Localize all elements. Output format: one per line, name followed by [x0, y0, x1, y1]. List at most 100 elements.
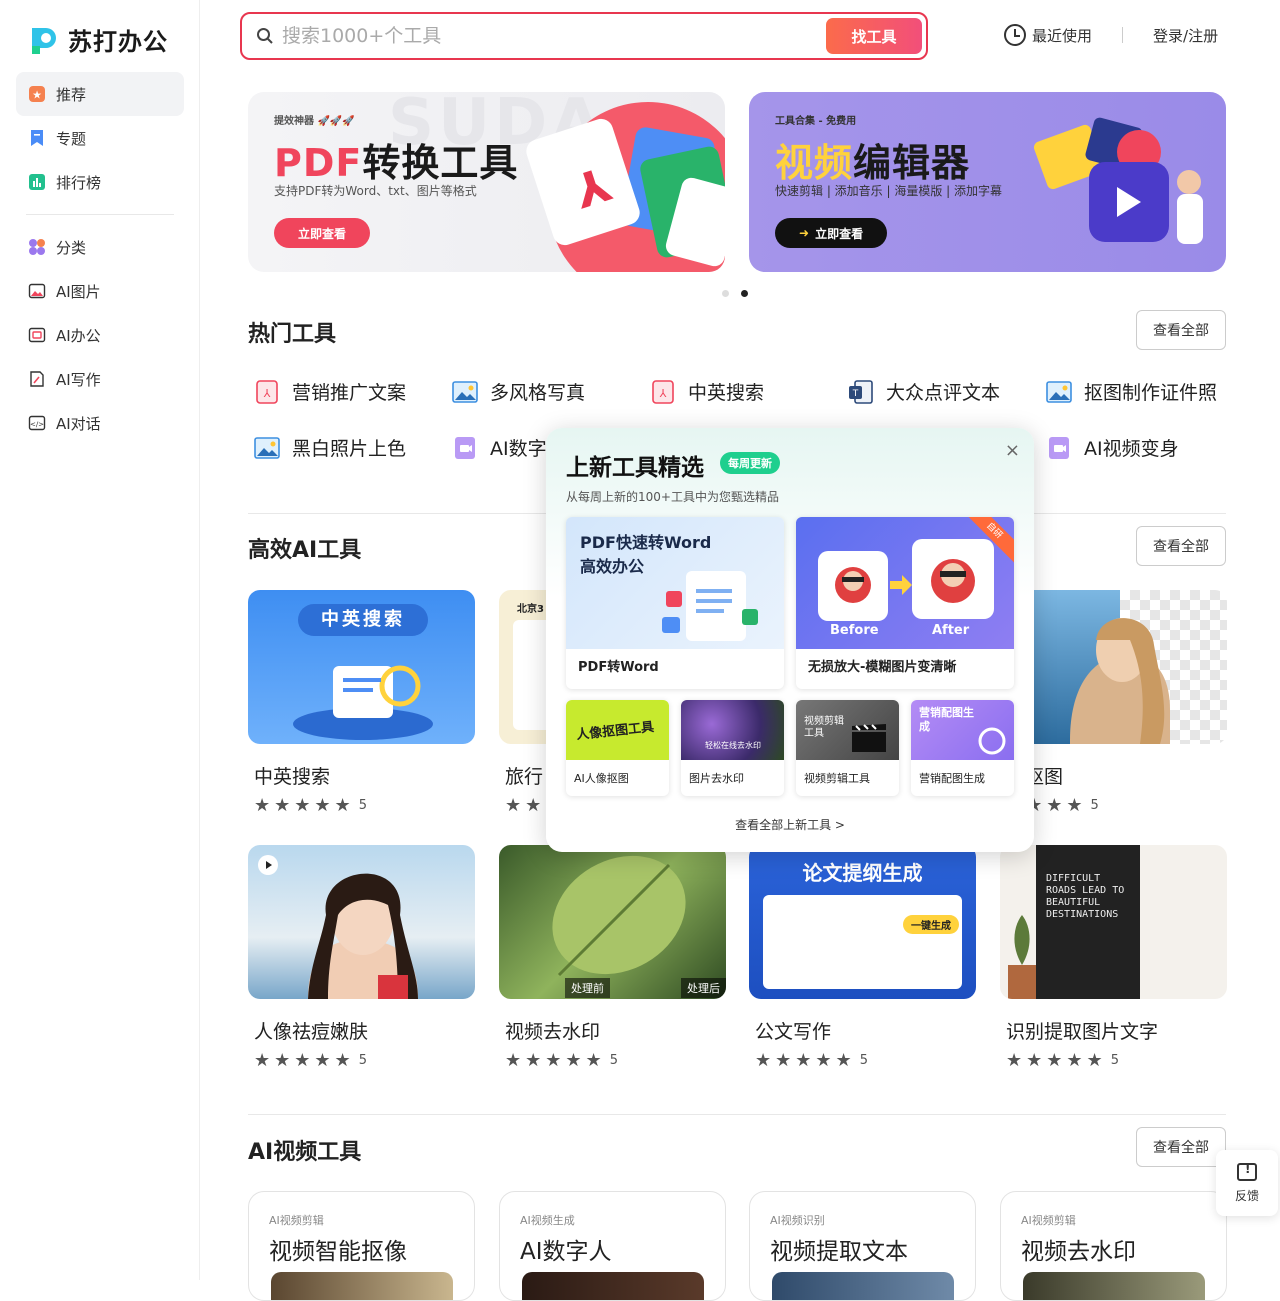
new-tools-popup: 上新工具精选 每周更新 从每周上新的100+工具中为您甄选精品 × PDF快速转… [546, 428, 1034, 852]
video-tool-tag: AI视频识别 [770, 1214, 825, 1227]
feedback-icon [1237, 1162, 1257, 1181]
popup-badge: 每周更新 [720, 452, 780, 474]
video-tool-card[interactable]: AI视频剪辑 视频去水印 [1000, 1191, 1227, 1301]
popup-small-tool[interactable]: 营销配图生成 营销配图生成 [911, 700, 1014, 796]
video-icon [452, 436, 478, 460]
video-icon [1046, 436, 1072, 460]
sidebar-item-label: AI图片 [56, 282, 101, 301]
popup-small-tool[interactable]: 轻松在线去水印 图片去水印 [681, 700, 784, 796]
popup-small-tool[interactable]: 视频剪辑工具 视频剪辑工具 [796, 700, 899, 796]
clock-icon [1004, 24, 1026, 46]
hot-tool-item[interactable]: T 大众点评文本 [848, 378, 1000, 405]
popup-tool-name: 营销配图生成 [919, 772, 985, 785]
hot-tool-item[interactable]: ⅄ 营销推广文案 [254, 378, 406, 405]
sidebar-item-label: 分类 [56, 238, 87, 257]
hot-tool-item[interactable]: AI数字 [452, 434, 547, 461]
tool-card[interactable]: 中英搜索 中英搜索 ★★★★★ 5 [248, 590, 475, 816]
popup-tool-thumbnail: 轻松在线去水印 [681, 700, 784, 760]
banner-title: PDF转换工具 [274, 141, 519, 185]
header-actions: 最近使用 登录/注册 [1004, 24, 1218, 46]
sidebar: 苏打办公 ★ 推荐 专题 排行榜 分类 AI图片 AI办公 AI写作 </> A… [0, 0, 200, 1280]
sidebar-item-ai-image[interactable]: AI图片 [16, 269, 184, 313]
play-icon[interactable] [258, 855, 278, 875]
popup-tool-name: AI人像抠图 [574, 772, 629, 785]
sidebar-item-label: 排行榜 [56, 173, 102, 192]
efficient-view-all-button[interactable]: 查看全部 [1136, 526, 1226, 566]
popup-small-tool[interactable]: 人像抠图工具 AI人像抠图 [566, 700, 669, 796]
banner-pdf[interactable]: SUDA 提效神器 🚀🚀🚀 PDF转换工具 支持PDF转为Word、txt、图片… [248, 92, 725, 272]
popup-tool-card[interactable]: PDF快速转Word 高效办公 PDF转Word [566, 517, 784, 689]
popup-tool-card[interactable]: Before After 自研 无损放大-模糊图片变清晰 [796, 517, 1014, 689]
video-illustration [1033, 117, 1203, 244]
image-icon [254, 436, 280, 460]
video-tool-name: AI数字人 [520, 1239, 612, 1265]
tool-card[interactable]: 像抠图 ★★★★ 5 [1000, 590, 1227, 816]
tool-name: 视频去水印 [505, 1021, 601, 1043]
video-view-all-button[interactable]: 查看全部 [1136, 1127, 1226, 1167]
banner-desc: 快速剪辑 | 添加音乐 | 海量模版 | 添加字幕 [775, 184, 1003, 198]
logo-icon [32, 27, 56, 54]
hot-tool-item[interactable]: ⅄ 中英搜索 [650, 378, 764, 405]
feedback-button[interactable]: 反馈 [1216, 1150, 1278, 1216]
sidebar-item-label: AI办公 [56, 326, 101, 345]
video-tools-title: AI视频工具 [248, 1140, 362, 1165]
sidebar-item-topics[interactable]: 专题 [16, 116, 184, 160]
banner-title: 视频编辑器 [775, 141, 971, 185]
recent-used-link[interactable]: 最近使用 [1032, 25, 1092, 46]
video-tool-thumbnail [772, 1272, 954, 1300]
video-tool-card[interactable]: AI视频剪辑 视频智能抠像 [248, 1191, 475, 1301]
popup-tool-thumbnail: 视频剪辑工具 [796, 700, 899, 760]
sidebar-item-ai-office[interactable]: AI办公 [16, 313, 184, 357]
tool-card[interactable]: DIFFICULT ROADS LEAD TO BEAUTIFUL DESTIN… [1000, 845, 1227, 1071]
popup-tool-name: 视频剪辑工具 [804, 772, 870, 785]
sidebar-item-ranking[interactable]: 排行榜 [16, 160, 184, 204]
banner-small: 提效神器 🚀🚀🚀 [274, 116, 355, 127]
banner-view-button[interactable]: 立即查看 [274, 218, 371, 248]
tool-thumbnail [1000, 590, 1227, 744]
brand-logo[interactable]: 苏打办公 [28, 22, 168, 57]
sidebar-item-ai-writing[interactable]: AI写作 [16, 357, 184, 401]
search-button[interactable]: 找工具 [826, 18, 922, 54]
banner-small: 工具合集 - 免费用 [775, 116, 857, 127]
svg-text:★: ★ [32, 89, 42, 102]
banner-view-button[interactable]: ➜ 立即查看 [775, 218, 888, 248]
hot-tool-item[interactable]: 抠图制作证件照 [1046, 378, 1217, 405]
video-tool-card[interactable]: AI视频识别 视频提取文本 [749, 1191, 976, 1301]
carousel-dot[interactable] [722, 290, 729, 297]
sidebar-item-recommend[interactable]: ★ 推荐 [16, 72, 184, 116]
efficient-tools-title: 高效AI工具 [248, 538, 362, 563]
video-tool-name: 视频提取文本 [770, 1239, 908, 1265]
sidebar-item-label: 推荐 [56, 85, 87, 104]
video-tool-thumbnail [522, 1272, 704, 1300]
tool-card[interactable]: 论文提纲生成 一键生成 公文写作 ★★★★★ 5 [749, 845, 976, 1071]
hot-tool-item[interactable]: AI视频变身 [1046, 434, 1179, 461]
hot-view-all-button[interactable]: 查看全部 [1136, 310, 1226, 350]
video-tool-card[interactable]: AI视频生成 AI数字人 [499, 1191, 726, 1301]
tool-thumbnail: 中英搜索 [248, 590, 475, 744]
search-input[interactable] [282, 25, 812, 47]
svg-text:T: T [852, 389, 859, 399]
video-tool-thumbnail [1023, 1272, 1205, 1300]
hot-tool-item[interactable]: 黑白照片上色 [254, 434, 406, 461]
svg-text:⅄: ⅄ [660, 387, 667, 400]
sidebar-item-category[interactable]: 分类 [16, 225, 184, 269]
login-link[interactable]: 登录/注册 [1153, 25, 1218, 46]
tool-name: 公文写作 [755, 1021, 832, 1043]
image-icon [452, 380, 478, 404]
banner-video-editor[interactable]: 工具合集 - 免费用 视频编辑器 快速剪辑 | 添加音乐 | 海量模版 | 添加… [749, 92, 1226, 272]
tool-card[interactable]: 处理前 处理后 视频去水印 ★★★★★ 5 [499, 845, 726, 1071]
carousel-dot-active[interactable] [741, 290, 748, 297]
close-icon[interactable]: × [1005, 440, 1020, 461]
hot-tool-item[interactable]: 多风格写真 [452, 378, 585, 405]
svg-text:</>: </> [30, 421, 44, 429]
tool-thumbnail: 论文提纲生成 一键生成 [749, 845, 976, 999]
sidebar-item-ai-chat[interactable]: </> AI对话 [16, 401, 184, 445]
popup-subtitle: 从每周上新的100+工具中为您甄选精品 [566, 490, 779, 504]
chat-icon: </> [28, 414, 46, 432]
tool-card[interactable]: 人像祛痘嫩肤 ★★★★★ 5 [248, 845, 475, 1071]
doc-icon: T [848, 379, 874, 404]
popup-view-all-link[interactable]: 查看全部上新工具 > [546, 816, 1034, 833]
popup-tool-thumbnail: Before After 自研 [796, 517, 1014, 649]
tool-name: 中英搜索 [254, 766, 331, 788]
section-divider [248, 1114, 1226, 1115]
